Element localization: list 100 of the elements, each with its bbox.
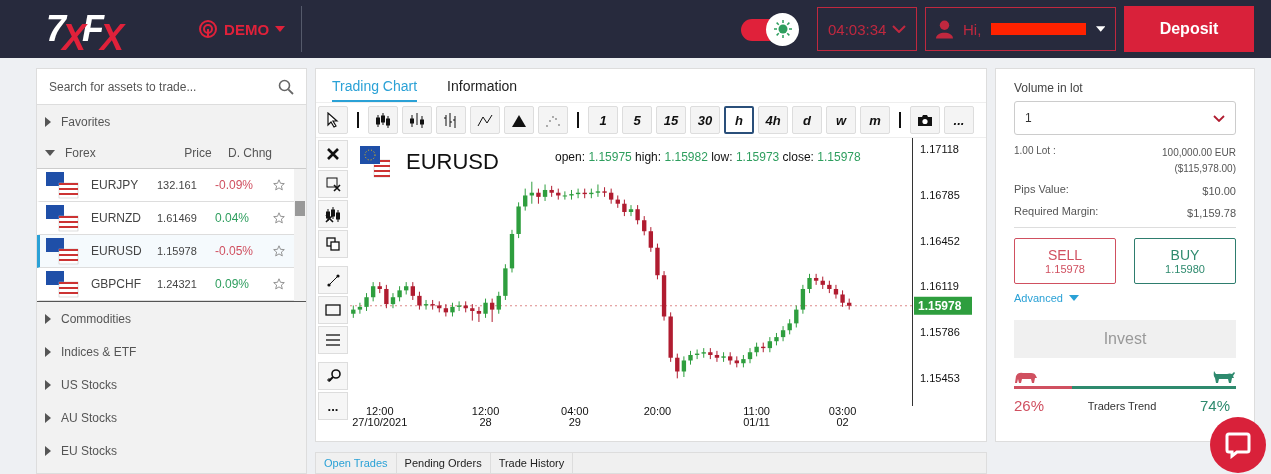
currency-flags-icon [360,146,390,178]
screenshot-button[interactable] [910,106,940,134]
candlestick-icon [375,111,391,129]
star-icon[interactable] [273,212,285,224]
drawing-tool-button[interactable] [318,170,348,198]
horizontal-lines-icon [325,333,341,347]
detail-label: Required Margin: [1014,205,1099,219]
sell-button[interactable]: SELL 1.15978 [1014,238,1116,284]
ohlc-readout: open: 1.15975 high: 1.15982 low: 1.15973 close: 1.15978 [555,150,861,164]
asset-change: 0.09% [215,277,251,291]
asset-symbol: EURJPY [90,178,140,192]
category-toggle[interactable]: Indices & ETF [37,335,306,368]
y-axis-label: 1.16119 [920,280,959,293]
detail-label: 1.00 Lot : [1014,145,1056,158]
star-icon[interactable] [273,179,285,191]
chart-type-button[interactable] [402,106,432,134]
drawing-tool-button[interactable] [318,362,348,390]
camera-icon [917,113,933,127]
caret-icon [1095,26,1105,32]
user-icon [936,19,953,39]
timeframe-button[interactable]: 30 [690,106,720,134]
category-toggle[interactable]: Forex [37,138,172,168]
scrollbar-thumb[interactable] [295,201,305,216]
category-toggle[interactable]: AU Stocks [37,401,306,434]
trend-line-icon [325,272,341,288]
buy-percent: 74% [1199,397,1230,414]
bar-chart-icon [409,111,425,129]
more-button[interactable]: ... [944,106,974,134]
sun-icon [772,19,793,39]
chart-type-button[interactable] [504,106,534,134]
chevron-down-icon [892,25,906,33]
rectangle-icon [325,303,341,317]
x-axis-label: 03:00 02 [828,406,857,428]
asset-price: 132.161 [157,179,198,191]
sell-percent: 26% [1014,397,1045,414]
timeframe-button[interactable]: 1 [588,106,618,134]
cursor-icon [326,112,340,128]
asset-row[interactable]: EURUSD 1.15978 -0.05% [37,235,294,268]
timeframe-button[interactable]: h [724,106,754,134]
asset-change: -0.05% [215,244,255,258]
timeframe-button[interactable]: 5 [622,106,652,134]
drawing-tool-button[interactable] [318,140,348,168]
detail-value: $10.00 [1202,184,1236,199]
timeframe-button[interactable]: m [860,106,890,134]
candles-cross-icon [325,205,341,223]
trades-tab[interactable]: Pending Orders [396,453,491,473]
selection-cross-icon [325,176,341,192]
asset-change: -0.09% [215,178,255,192]
star-icon[interactable] [273,278,285,290]
signal-icon [198,19,219,39]
bear-icon [1014,370,1038,384]
column-header: Price [183,146,213,160]
chart-tab[interactable]: Information [447,78,518,102]
deposit-button[interactable]: Deposit [1124,6,1254,52]
theme-toggle[interactable] [741,12,799,46]
category-toggle[interactable]: Commodities [37,302,306,335]
asset-symbol: EURUSD [90,244,143,258]
search-field[interactable]: Search for assets to trade... [37,69,306,105]
chat-button[interactable] [1210,417,1266,473]
timeframe-button[interactable]: 15 [656,106,686,134]
category-toggle[interactable]: EU Stocks [37,434,306,467]
x-axis-label: 04:00 29 [561,406,589,428]
asset-change: 0.04% [215,211,251,225]
star-icon[interactable] [273,245,285,257]
category-toggle[interactable]: Favorites [37,105,306,138]
y-axis-label: 1.16452 [920,234,960,247]
asset-price: 1.61469 [157,212,198,224]
asset-symbol: GBPCHF [90,277,142,291]
logo: 7XFX [46,8,121,50]
buy-button[interactable]: BUY 1.15980 [1134,238,1236,284]
drawing-tool-button[interactable] [318,230,348,258]
detail-label: Pips Value: [1014,183,1069,197]
category-toggle[interactable]: US Stocks [37,368,306,401]
trend-label: Traders Trend [1087,399,1157,412]
y-axis-label: 1.15453 [920,371,960,384]
volume-select[interactable]: 1 [1014,101,1236,135]
timeframe-button[interactable]: 4h [758,106,788,134]
chat-bubble-icon [1224,431,1252,459]
timeframe-button[interactable]: w [826,106,856,134]
chart-type-button[interactable] [368,106,398,134]
column-header: D. Chng [227,146,273,160]
x-axis-label: 20:00 [643,406,672,417]
drawing-tool-button[interactable]: ... [318,392,348,420]
chevron-down-icon [1213,114,1225,122]
cursor-tool-button[interactable] [318,106,348,134]
timeframe-button[interactable]: d [792,106,822,134]
asset-row[interactable]: EURJPY 132.161 -0.09% [37,169,294,202]
asset-price: 1.15978 [157,245,198,257]
y-axis-label: 1.16785 [920,188,960,201]
trades-tab[interactable]: Trade History [490,453,574,473]
currency-flags-icon [45,204,79,232]
bull-icon [1212,370,1236,384]
detail-value: $1,159.78 [1187,206,1236,221]
candle [847,298,852,311]
caret-icon [1068,295,1079,301]
asset-row[interactable]: GBPCHF 1.24321 0.09% [37,268,294,301]
ref-line-label: 1.15978 [918,299,962,314]
asset-symbol: EURNZD [90,211,142,225]
drawing-tool-button[interactable] [318,200,348,228]
ohlc-bars-icon [443,111,459,129]
